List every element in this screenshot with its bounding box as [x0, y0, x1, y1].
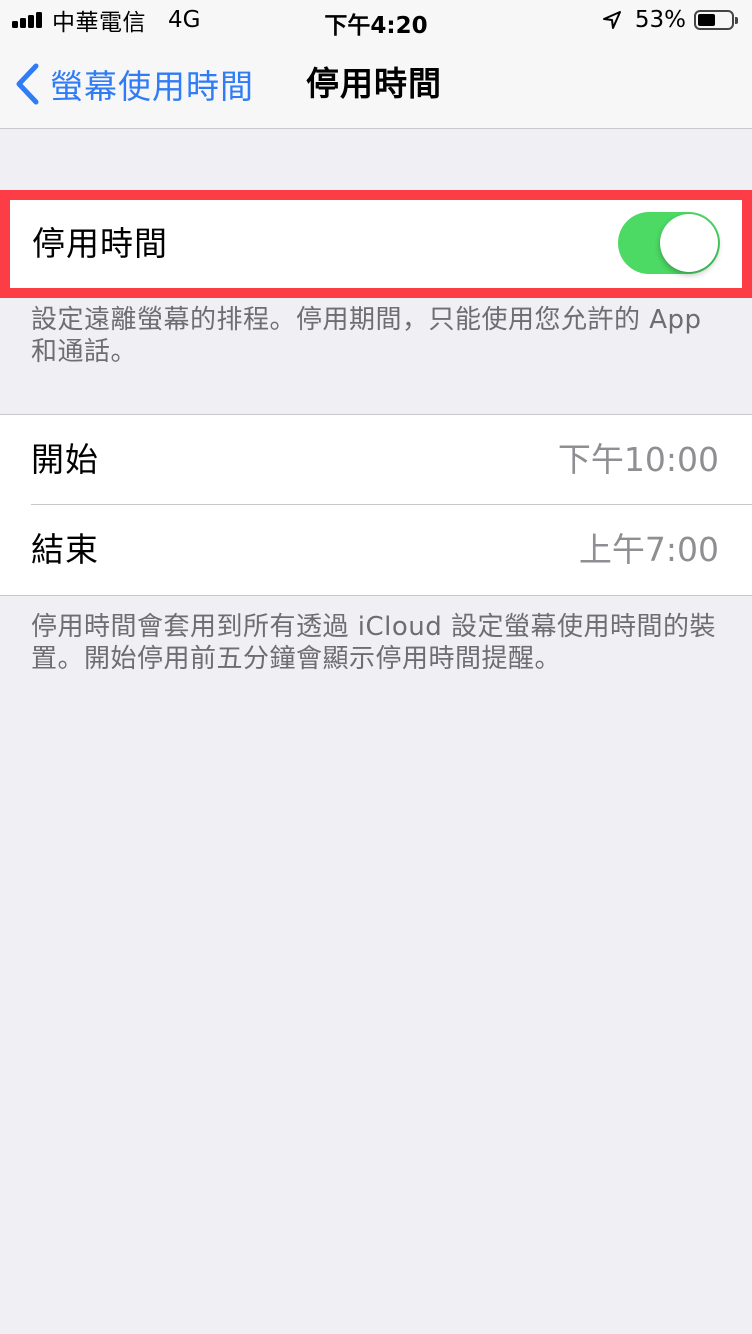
switch-knob: [660, 214, 718, 272]
battery-tip: [735, 17, 738, 24]
downtime-toggle-cell: 停用時間: [0, 190, 752, 298]
end-time-row[interactable]: 結束 上午7:00: [0, 505, 752, 595]
start-time-row[interactable]: 開始 下午10:00: [0, 415, 752, 505]
downtime-switch[interactable]: [618, 212, 720, 274]
status-bar: 中華電信 4G 下午4:20 53%: [0, 0, 752, 40]
battery-percent: 53%: [634, 7, 686, 33]
start-time-value: 下午10:00: [557, 440, 719, 479]
downtime-description: 設定遠離螢幕的排程。停用期間，只能使用您允許的 App 和通話。: [31, 305, 702, 367]
page-title: 停用時間: [306, 64, 442, 103]
chevron-left-icon: [16, 63, 39, 105]
end-time-value: 上午7:00: [578, 530, 719, 569]
schedule-group: 開始 下午10:00 結束 上午7:00: [0, 414, 752, 596]
battery-level-fill: [698, 14, 715, 26]
back-button-label: 螢幕使用時間: [50, 67, 254, 106]
start-label: 開始: [31, 440, 99, 479]
downtime-label: 停用時間: [32, 224, 168, 263]
status-bar-right: 53%: [601, 6, 738, 34]
back-button[interactable]: 螢幕使用時間: [14, 62, 254, 106]
battery-icon: [694, 10, 738, 30]
navigation-bar: 螢幕使用時間 停用時間: [0, 40, 752, 129]
schedule-description: 停用時間會套用到所有透過 iCloud 設定螢幕使用時間的裝置。開始停用前五分鐘…: [31, 612, 717, 674]
location-arrow-icon: [602, 11, 621, 29]
end-label: 結束: [31, 530, 99, 569]
